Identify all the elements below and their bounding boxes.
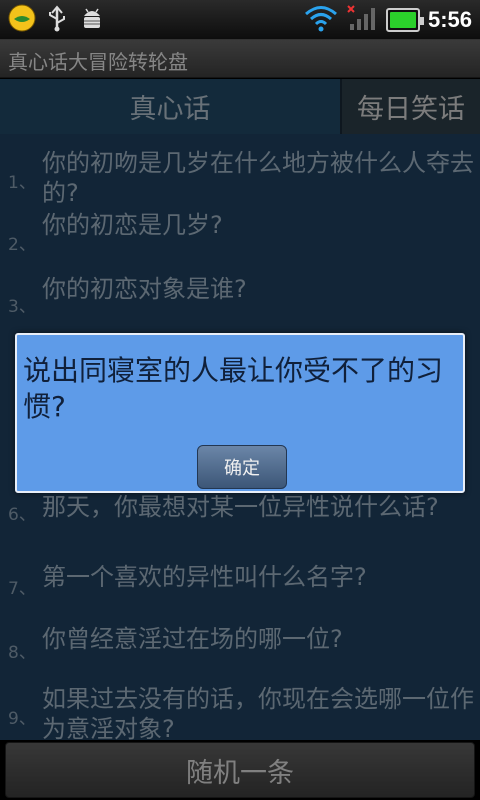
android-debug-icon bbox=[78, 4, 106, 36]
dialog-message: 说出同寝室的人最让你受不了的习惯? bbox=[23, 354, 444, 423]
wifi-icon bbox=[304, 4, 338, 36]
confirm-button[interactable]: 确定 bbox=[197, 445, 287, 489]
battery-icon bbox=[385, 8, 424, 32]
usb-icon bbox=[46, 4, 68, 36]
question-dialog: 说出同寝室的人最让你受不了的习惯? 确定 bbox=[15, 333, 465, 493]
signal-off-icon bbox=[346, 4, 378, 36]
status-bar: 5:56 bbox=[0, 0, 480, 40]
status-time: 5:56 bbox=[427, 7, 472, 32]
qq-icon bbox=[8, 4, 36, 36]
